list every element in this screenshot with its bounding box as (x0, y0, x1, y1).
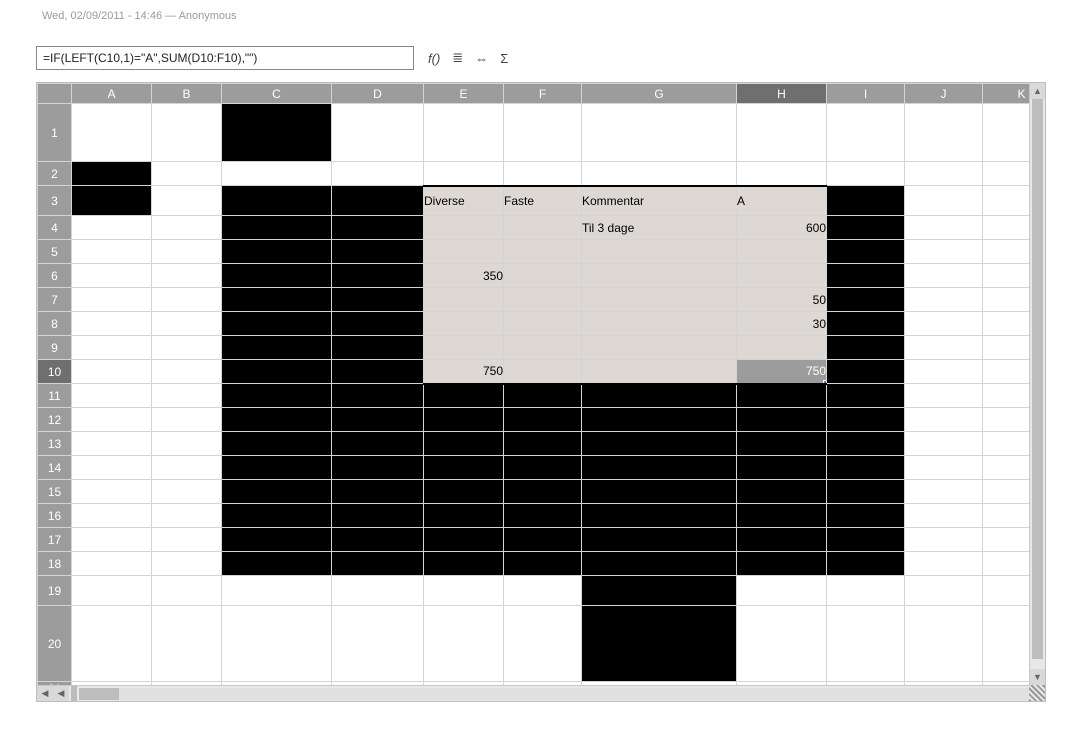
hdr-diverse: Diverse (424, 186, 504, 216)
col-B[interactable]: B (152, 84, 222, 104)
row-17: 17 (38, 528, 1030, 552)
row-1: 1 (38, 104, 1030, 162)
rowhead-1[interactable]: 1 (38, 104, 72, 162)
row-18: 18 (38, 552, 1030, 576)
h-scroll-thumb[interactable] (79, 688, 119, 700)
resize-grip-icon[interactable] (1029, 685, 1045, 701)
col-D[interactable]: D (332, 84, 424, 104)
corner-cell[interactable] (38, 84, 72, 104)
row-10: 10 750 750 (38, 360, 1030, 384)
rowhead-3[interactable]: 3 (38, 186, 72, 216)
formula-input[interactable] (36, 46, 414, 70)
selected-cell-value: 750 (806, 364, 826, 378)
scroll-up-icon[interactable]: ▲ (1030, 83, 1045, 99)
col-J[interactable]: J (905, 84, 983, 104)
row-7: 7 50 (38, 288, 1030, 312)
row-11: 11 (38, 384, 1030, 408)
hdr-kommentar: Kommentar (582, 186, 737, 216)
col-K[interactable]: K (983, 84, 1030, 104)
row-3: 3 Diverse Faste Kommentar A (38, 186, 1030, 216)
scroll-down-icon[interactable]: ▼ (1030, 669, 1045, 685)
rowhead-2[interactable]: 2 (38, 162, 72, 186)
vertical-scrollbar[interactable]: ▲ ▼ (1029, 83, 1045, 685)
col-A[interactable]: A (72, 84, 152, 104)
v-scroll-thumb[interactable] (1032, 99, 1043, 659)
col-header-row: A B C D E F G H I J K (38, 84, 1030, 104)
row-20: 20 (38, 606, 1030, 682)
grid[interactable]: A B C D E F G H I J K 1 2 (37, 83, 1029, 685)
hdr-faste: Faste (504, 186, 582, 216)
spreadsheet-area: A B C D E F G H I J K 1 2 (36, 82, 1046, 702)
col-G[interactable]: G (582, 84, 737, 104)
rowhead-10[interactable]: 10 (38, 360, 72, 384)
post-meta: Wed, 02/09/2011 - 14:46 — Anonymous (0, 0, 1066, 22)
fill-handle[interactable] (823, 380, 827, 384)
row-6: 6 350 (38, 264, 1030, 288)
fx-icon[interactable]: f() (428, 51, 440, 66)
hdr-A: A (737, 186, 827, 216)
col-C[interactable]: C (222, 84, 332, 104)
col-H[interactable]: H (737, 84, 827, 104)
row-19: 19 (38, 576, 1030, 606)
row-5: 5 (38, 240, 1030, 264)
col-F[interactable]: F (504, 84, 582, 104)
scroll-left-icon[interactable]: ◀ (37, 686, 53, 702)
row-16: 16 (38, 504, 1030, 528)
row-12: 12 (38, 408, 1030, 432)
horizontal-scrollbar[interactable]: ◀ ◀ ▶ (37, 685, 1045, 701)
formula-toolbar: f() ≣ ⇔ Σ (0, 22, 1066, 78)
h-scroll-track[interactable] (119, 688, 1029, 700)
col-E[interactable]: E (424, 84, 504, 104)
col-I[interactable]: I (827, 84, 905, 104)
link-icon[interactable]: ⇔ (475, 51, 488, 66)
row-8: 8 30 (38, 312, 1030, 336)
row-15: 15 (38, 480, 1030, 504)
cell-C1[interactable] (222, 104, 332, 162)
row-13: 13 (38, 432, 1030, 456)
row-4: 4 Til 3 dage 600 (38, 216, 1030, 240)
row-9: 9 (38, 336, 1030, 360)
sheet-table[interactable]: A B C D E F G H I J K 1 2 (37, 83, 1029, 685)
scroll-left-far-icon[interactable]: ◀ (53, 686, 69, 702)
indent-icon[interactable]: ≣ (452, 50, 463, 66)
h-scroll-split[interactable] (71, 686, 77, 702)
selected-cell[interactable]: 750 (737, 360, 827, 384)
row-2: 2 (38, 162, 1030, 186)
row-14: 14 (38, 456, 1030, 480)
sum-icon[interactable]: Σ (500, 51, 508, 66)
